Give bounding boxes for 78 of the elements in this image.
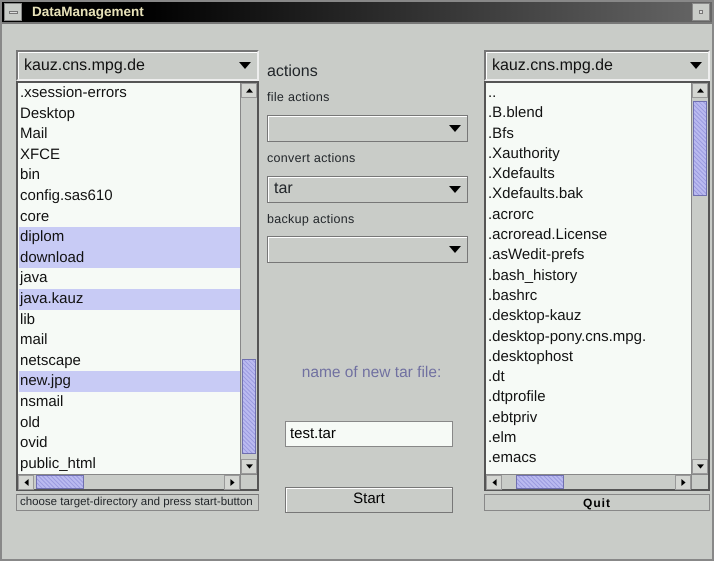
field-label: convert actions bbox=[267, 150, 357, 167]
file-item[interactable]: .asWedit-prefs bbox=[487, 245, 691, 266]
file-item[interactable]: bin bbox=[19, 165, 240, 186]
file-item[interactable]: mail bbox=[19, 330, 240, 351]
file-item[interactable]: netscape bbox=[19, 350, 240, 372]
caret-icon bbox=[239, 62, 251, 69]
vertical-scrollbar[interactable] bbox=[240, 83, 257, 474]
start-button[interactable]: Start bbox=[285, 486, 453, 512]
file-item[interactable]: .. bbox=[487, 83, 691, 104]
file-item[interactable]: lib bbox=[19, 310, 240, 330]
field-label: name of new tar file: bbox=[300, 363, 442, 384]
window-menu-button[interactable] bbox=[4, 3, 22, 21]
file-item[interactable]: ovid bbox=[19, 433, 240, 454]
right-arrow-icon bbox=[228, 478, 236, 486]
scrollbar-corner bbox=[691, 474, 708, 489]
field-label: file actions bbox=[267, 89, 331, 106]
file-item[interactable]: Desktop bbox=[19, 104, 240, 124]
file-item[interactable]: download bbox=[19, 248, 240, 268]
caret-icon bbox=[449, 246, 461, 254]
scroll-thumb[interactable] bbox=[242, 359, 256, 454]
file-item[interactable]: .B.blend bbox=[487, 103, 691, 124]
file-item[interactable]: .Xauthority bbox=[487, 144, 691, 164]
quit-button[interactable]: Quit bbox=[484, 494, 710, 511]
file-item[interactable]: .elm bbox=[487, 428, 691, 448]
field-label: backup actions bbox=[267, 210, 356, 228]
horizontal-scrollbar[interactable] bbox=[486, 474, 691, 489]
action-dropdown[interactable]: tar bbox=[267, 176, 468, 202]
scroll-thumb[interactable] bbox=[36, 475, 84, 489]
caret-icon bbox=[690, 62, 702, 69]
scroll-thumb[interactable] bbox=[693, 101, 707, 196]
horizontal-scrollbar[interactable] bbox=[18, 474, 240, 489]
caret-icon bbox=[449, 124, 461, 132]
left-arrow-icon bbox=[490, 478, 498, 486]
window-title: DataManagement bbox=[31, 2, 145, 21]
file-item[interactable]: .desktophost bbox=[487, 346, 691, 368]
file-item[interactable]: public_html bbox=[19, 454, 240, 474]
caret-icon bbox=[449, 186, 461, 192]
file-item[interactable]: core bbox=[19, 206, 240, 228]
file-item[interactable]: .xsession-errors bbox=[19, 83, 240, 104]
up-arrow-icon bbox=[246, 87, 252, 94]
file-item[interactable]: Mail bbox=[19, 124, 240, 145]
file-item[interactable]: .acroread.License bbox=[487, 225, 691, 246]
file-item[interactable]: .dt bbox=[487, 367, 691, 388]
tar-name-field[interactable]: test.tar bbox=[285, 420, 453, 446]
file-item[interactable]: .desktop-pony.cns.mpg. bbox=[487, 326, 691, 347]
file-item[interactable]: old bbox=[19, 412, 240, 434]
action-dropdown[interactable] bbox=[267, 236, 468, 264]
file-item[interactable]: .emacs bbox=[487, 448, 691, 469]
file-item[interactable]: .ebtpriv bbox=[487, 408, 691, 428]
up-arrow-icon bbox=[696, 87, 704, 94]
minimize-button[interactable] bbox=[692, 3, 710, 21]
file-item[interactable]: new.jpg bbox=[19, 371, 240, 392]
file-item[interactable]: config.sas610 bbox=[19, 186, 240, 207]
file-item[interactable]: .bashrc bbox=[487, 286, 691, 306]
down-arrow-icon bbox=[246, 463, 252, 470]
file-item[interactable]: XFCE bbox=[19, 144, 240, 166]
file-item[interactable]: .bash_history bbox=[487, 266, 691, 286]
file-item[interactable]: nsmail bbox=[19, 392, 240, 412]
scrollbar-corner bbox=[240, 474, 257, 489]
file-item[interactable]: .Bfs bbox=[487, 124, 691, 144]
host-dropdown[interactable]: kauz.cns.mpg.de bbox=[16, 50, 259, 81]
vertical-scrollbar[interactable] bbox=[691, 83, 708, 474]
file-item[interactable]: .Xdefaults bbox=[487, 164, 691, 184]
file-item[interactable]: .desktop-kauz bbox=[487, 306, 691, 327]
host-dropdown[interactable]: kauz.cns.mpg.de bbox=[484, 50, 710, 81]
file-item[interactable]: java.kauz bbox=[19, 288, 240, 310]
left-arrow-icon bbox=[22, 478, 30, 486]
right-arrow-icon bbox=[680, 478, 686, 486]
file-item[interactable]: .acrorc bbox=[487, 204, 691, 226]
file-item[interactable]: .Xdefaults.bak bbox=[487, 184, 691, 205]
down-arrow-icon bbox=[696, 463, 704, 470]
status-bar: choose target-directory and press start-button bbox=[16, 494, 259, 511]
file-item[interactable]: .dtprofile bbox=[487, 387, 691, 408]
file-item[interactable]: java bbox=[19, 268, 240, 289]
section-title: actions bbox=[267, 62, 319, 82]
scroll-thumb[interactable] bbox=[516, 475, 564, 489]
file-item[interactable]: diplom bbox=[19, 227, 240, 248]
action-dropdown[interactable] bbox=[267, 114, 468, 142]
